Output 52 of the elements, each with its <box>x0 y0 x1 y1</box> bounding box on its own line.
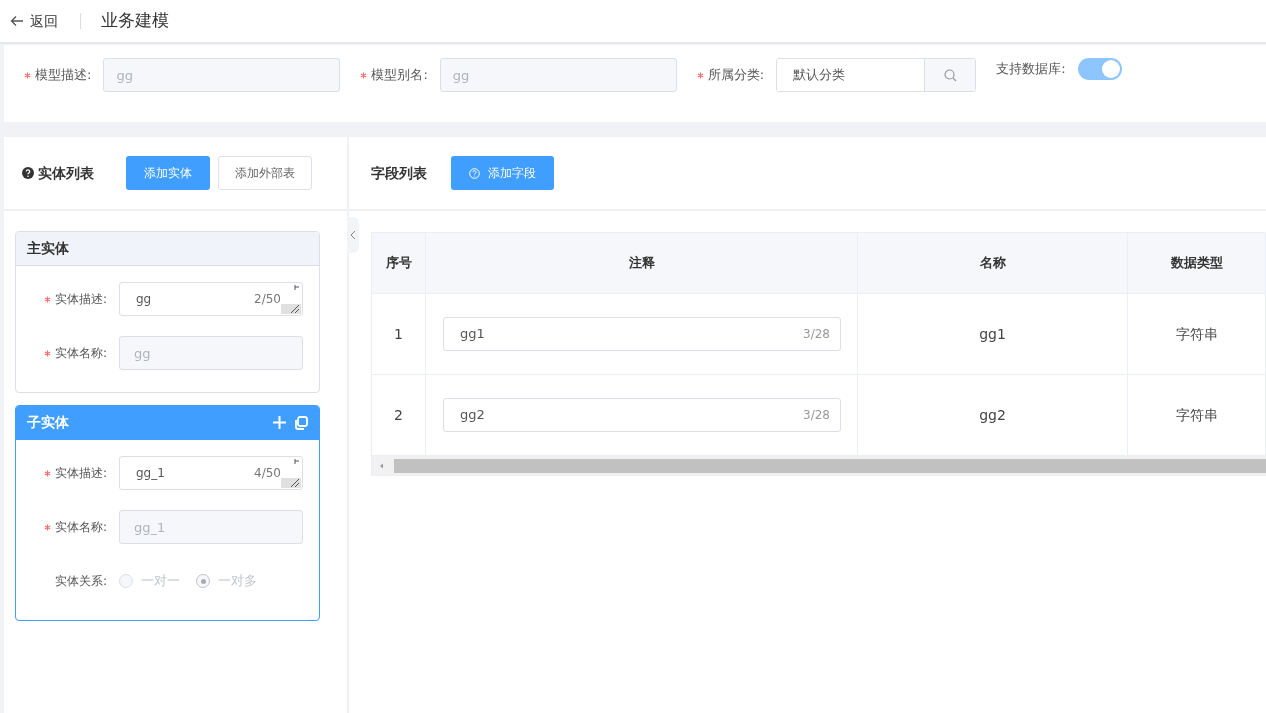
field-label: 实体名称: <box>54 345 107 362</box>
plus-icon[interactable] <box>273 416 286 429</box>
panel-title: 实体列表 <box>38 163 94 183</box>
field-label: 实体描述: <box>54 291 107 308</box>
textarea-field[interactable]: gg_1 4/50 <box>119 456 303 490</box>
help-circle-icon <box>469 167 480 179</box>
entity-title: 主实体 <box>27 239 69 258</box>
chevron-left-icon <box>350 230 356 240</box>
field-label: 实体名称: <box>54 519 107 536</box>
field-label: 支持数据库: <box>996 60 1066 79</box>
field-value: gg2 <box>460 406 485 425</box>
search-button[interactable] <box>924 59 976 91</box>
field-value: gg_1 <box>136 465 165 482</box>
column-header: 数据类型 <box>1128 233 1266 294</box>
back-arrow-icon <box>10 15 24 27</box>
category-field[interactable]: 默认分类 <box>776 58 977 92</box>
comment-field[interactable]: gg1 3/28 <box>443 317 841 351</box>
comment-field[interactable]: gg2 3/28 <box>443 398 841 432</box>
search-icon <box>943 68 957 82</box>
back-link[interactable]: 返回 <box>10 10 58 32</box>
toggle-switch[interactable] <box>1077 58 1122 80</box>
char-count: 3/28 <box>803 407 830 424</box>
field-label: 所属分类: <box>707 66 765 85</box>
radio-button[interactable] <box>196 574 210 588</box>
field-value: gg <box>136 291 152 308</box>
page-title: 业务建模 <box>101 9 169 33</box>
char-count: 2/50 <box>254 291 281 308</box>
field-label: 实体关系: <box>54 573 107 590</box>
field-value: gg1 <box>460 325 485 344</box>
column-header: 名称 <box>858 233 1128 294</box>
help-icon <box>22 167 34 179</box>
char-count: 3/28 <box>803 326 830 343</box>
table-cell: gg1 <box>858 294 1128 375</box>
collapse-handle[interactable] <box>347 217 359 253</box>
resize-grip-icon[interactable] <box>281 282 301 314</box>
table-cell: 字符串 <box>1128 294 1266 375</box>
char-count: 4/50 <box>254 465 281 482</box>
radio-button[interactable] <box>119 574 133 588</box>
field-label: 实体描述: <box>54 465 107 482</box>
column-header: 序号 <box>372 233 426 294</box>
copy-icon[interactable] <box>294 415 308 430</box>
textarea-field[interactable]: gg 2/50 <box>119 282 303 316</box>
add-button[interactable]: 添加外部表 <box>218 156 312 190</box>
panel-title: 字段列表 <box>371 163 427 183</box>
entity-title: 子实体 <box>27 413 69 432</box>
field-label: 模型描述: <box>35 66 92 85</box>
column-header: 注释 <box>426 233 858 294</box>
horizontal-scrollbar[interactable] <box>372 456 1266 475</box>
resize-grip-icon[interactable] <box>281 456 301 488</box>
field-label: 模型别名: <box>371 66 428 85</box>
scroll-left-arrow-icon[interactable] <box>378 461 386 470</box>
table-cell: 1 <box>372 294 426 375</box>
